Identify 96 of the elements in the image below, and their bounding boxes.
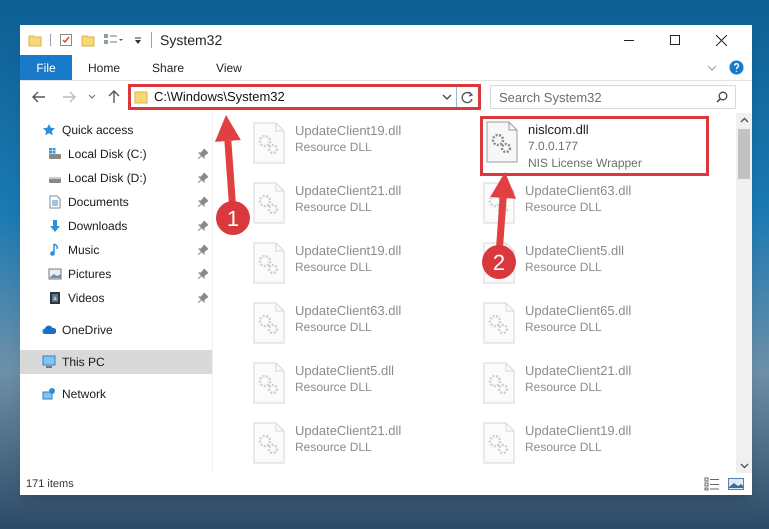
file-name: UpdateClient65.dll (525, 302, 632, 319)
scroll-down-icon[interactable] (740, 463, 748, 469)
ribbon-tab[interactable]: Share (136, 55, 200, 80)
file-name: UpdateClient19.dll (295, 122, 402, 139)
view-options-icon[interactable] (103, 33, 125, 47)
dll-file-icon (253, 122, 285, 164)
file-name: UpdateClient5.dll (295, 362, 394, 379)
help-icon[interactable] (729, 60, 744, 75)
file-name: UpdateClient19.dll (295, 242, 402, 259)
file-description: Resource DLL (295, 439, 373, 456)
sidebar-item[interactable]: Music (20, 238, 212, 262)
file-name: UpdateClient63.dll (525, 182, 632, 199)
pin-icon[interactable] (198, 269, 208, 279)
video-icon (48, 291, 62, 305)
file-name: UpdateClient21.dll (295, 422, 402, 439)
ribbon-tab[interactable]: View (200, 55, 258, 80)
dll-file-icon (253, 242, 285, 284)
pin-icon[interactable] (198, 149, 208, 159)
drive-c-icon (48, 147, 62, 161)
file-description: Resource DLL (295, 139, 373, 156)
file-name: nislcom.dll (528, 121, 590, 138)
search-field[interactable]: Search System32 (490, 85, 736, 109)
dll-file-icon (483, 362, 515, 404)
annotation-badge (482, 245, 516, 279)
dll-file-icon (483, 302, 515, 344)
file-name: UpdateClient5.dll (525, 242, 624, 259)
dll-file-icon (253, 422, 285, 464)
sidebar-item[interactable]: Quick access (20, 118, 212, 142)
properties-icon[interactable] (59, 33, 73, 47)
file-description: Resource DLL (295, 199, 373, 216)
sidebar-item[interactable]: This PC (20, 350, 212, 374)
address-path: C:\Windows\System32 (154, 88, 285, 106)
sidebar-item[interactable]: Pictures (20, 262, 212, 286)
download-icon (48, 219, 62, 233)
star-icon (42, 123, 56, 137)
pin-icon[interactable] (198, 221, 208, 231)
file-name: UpdateClient63.dll (295, 302, 402, 319)
sidebar-item[interactable]: Videos (20, 286, 212, 310)
annotation-badge (216, 201, 250, 235)
expand-ribbon-icon[interactable] (707, 64, 717, 70)
scroll-up-icon[interactable] (740, 117, 748, 123)
highlight-frame[interactable]: nislcom.dll 7.0.0.177 NIS License Wrapper (480, 116, 709, 176)
file-description: Resource DLL (295, 379, 373, 396)
file-description: Resource DLL (295, 259, 373, 276)
file-version: 7.0.0.177 (528, 138, 580, 155)
scrollbar[interactable] (736, 113, 752, 473)
large-icons-view-icon[interactable] (728, 477, 744, 491)
file-name: UpdateClient21.dll (525, 362, 632, 379)
maximize-icon (670, 35, 680, 45)
ribbon-tab[interactable]: File (20, 55, 72, 80)
dll-file-icon (483, 422, 515, 464)
pin-icon[interactable] (198, 197, 208, 207)
search-icon (716, 91, 728, 103)
sidebar-item[interactable]: Network (20, 382, 212, 406)
pin-icon[interactable] (198, 245, 208, 255)
picture-icon (48, 267, 62, 281)
address-field[interactable]: C:\Windows\System32 (131, 87, 457, 107)
step-number: 1 (226, 206, 240, 231)
dll-file-icon (253, 362, 285, 404)
pin-icon[interactable] (198, 173, 208, 183)
document-icon (48, 195, 62, 209)
dll-file-icon (486, 121, 518, 163)
sidebar-item[interactable]: Local Disk (C:) (20, 142, 212, 166)
dll-file-icon (253, 302, 285, 344)
file-description: Resource DLL (295, 319, 373, 336)
close-icon (716, 34, 726, 46)
step-number: 2 (492, 250, 506, 275)
back-arrow-icon[interactable] (32, 91, 46, 103)
recent-locations-icon[interactable] (88, 94, 96, 100)
file-description: Resource DLL (525, 199, 603, 216)
up-arrow-icon[interactable] (108, 90, 120, 104)
dropdown-caret-icon[interactable] (442, 94, 452, 100)
pc-icon (42, 355, 56, 369)
ribbon-tab[interactable]: Home (72, 55, 136, 80)
file-description: Resource DLL (525, 259, 603, 276)
dll-file-icon (253, 182, 285, 224)
file-description: Resource DLL (525, 439, 603, 456)
details-view-icon[interactable] (704, 477, 720, 491)
highlight-frame[interactable]: C:\Windows\System32 (128, 84, 481, 110)
network-icon (42, 387, 56, 401)
scrollbar-thumb[interactable] (738, 129, 750, 179)
sidebar-item[interactable]: OneDrive (20, 318, 212, 342)
refresh-icon[interactable] (461, 90, 474, 104)
file-name: UpdateClient21.dll (295, 182, 402, 199)
file-description: NIS License Wrapper (528, 155, 642, 172)
sidebar-item[interactable]: Local Disk (D:) (20, 166, 212, 190)
pin-icon[interactable] (198, 293, 208, 303)
file-description: Resource DLL (525, 319, 603, 336)
cloud-icon (42, 323, 56, 337)
window-title: System32 (160, 30, 222, 50)
status-item-count: 171 items (26, 476, 74, 492)
sidebar-item[interactable]: Documents (20, 190, 212, 214)
file-name: UpdateClient19.dll (525, 422, 632, 439)
folder-icon (134, 90, 148, 104)
file-description: Resource DLL (525, 379, 603, 396)
sidebar-item[interactable]: Downloads (20, 214, 212, 238)
